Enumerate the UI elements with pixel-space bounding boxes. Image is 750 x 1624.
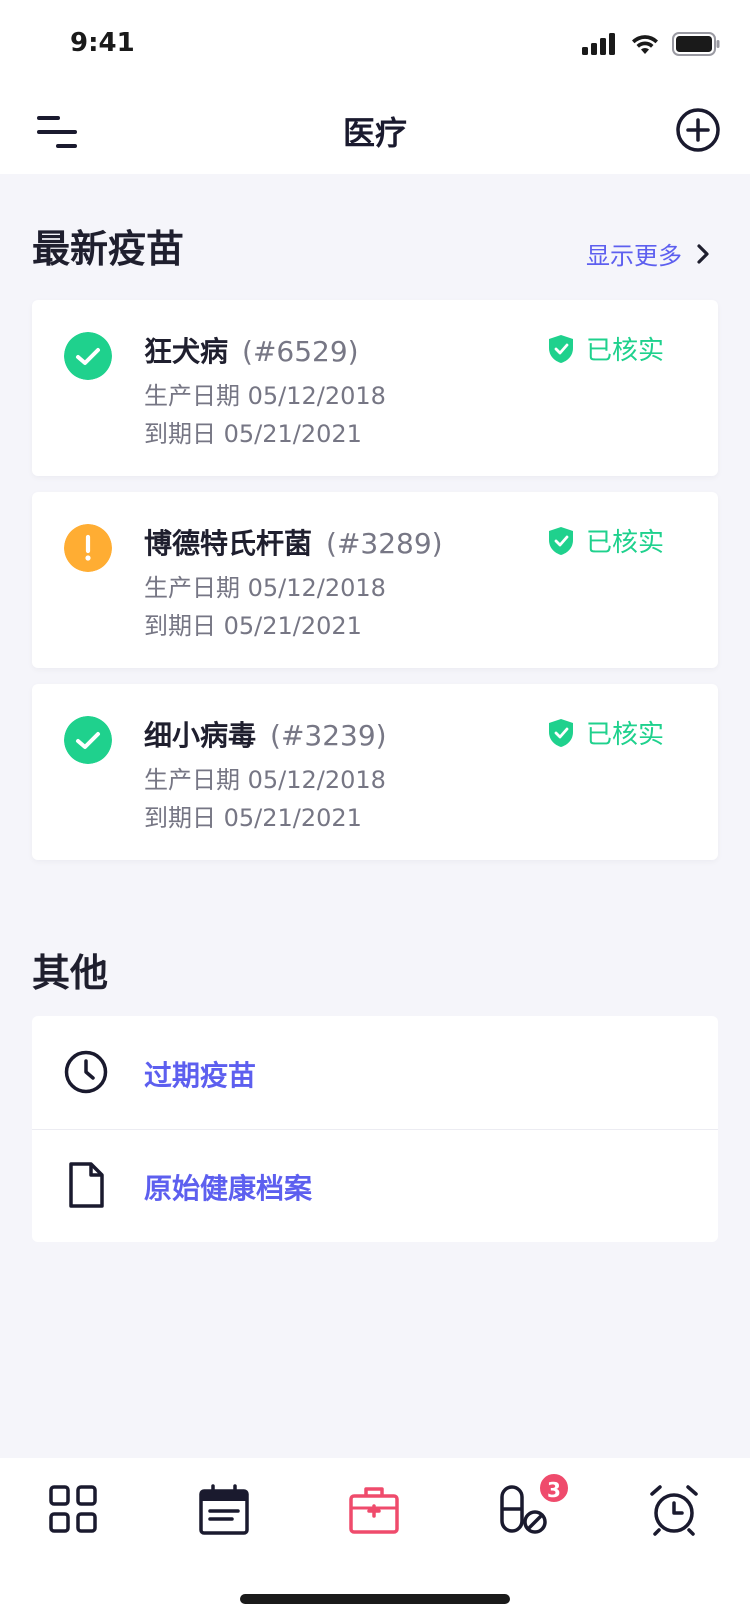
tab-medication[interactable]: 3 [486, 1472, 570, 1548]
verified-badge: 已核实 [548, 330, 664, 367]
vaccine-name-text: 博德特氏杆菌 [144, 527, 313, 560]
section-title-recent-vaccines: 最新疫苗 [32, 227, 185, 271]
notification-badge: 3 [538, 1472, 570, 1504]
vaccine-name: 狂犬病 (#6529) [144, 330, 359, 370]
list-item-expired-vaccines[interactable]: 过期疫苗 [32, 1016, 718, 1129]
verified-label: 已核实 [585, 528, 664, 558]
verified-label: 已核实 [585, 336, 664, 366]
clock-icon [64, 1050, 108, 1094]
vaccine-card[interactable]: 狂犬病 (#6529) 生产日期 05/12/2018 到期日 05/21/202… [32, 300, 718, 476]
vaccine-code: (#6529) [242, 335, 359, 368]
vaccine-name-text: 细小病毒 [144, 719, 257, 752]
vaccine-name-text: 狂犬病 [144, 335, 229, 368]
list-item-health-records[interactable]: 原始健康档案 [32, 1129, 718, 1242]
status-icons [582, 32, 720, 56]
verified-badge: 已核实 [548, 714, 664, 751]
show-more-label: 显示更多 [586, 242, 682, 270]
production-date: 生产日期 05/12/2018 [144, 574, 386, 602]
list-item-label: 原始健康档案 [144, 1172, 313, 1205]
alarm-clock-icon [650, 1485, 698, 1536]
medical-kit-icon [349, 1487, 399, 1534]
list-item-label: 过期疫苗 [144, 1059, 257, 1092]
tab-calendar[interactable] [186, 1478, 266, 1548]
page-title: 医疗 [342, 114, 407, 152]
section-title-other: 其他 [32, 951, 109, 995]
vaccine-card[interactable]: 细小病毒 (#3239) 生产日期 05/12/2018 到期日 05/21/20… [32, 684, 718, 860]
document-icon [69, 1162, 104, 1208]
tab-alarm[interactable] [636, 1478, 716, 1548]
expiry-date: 到期日 05/21/2021 [144, 420, 362, 448]
check-circle-icon [64, 716, 112, 764]
production-date: 生产日期 05/12/2018 [144, 382, 386, 410]
warning-circle-icon [64, 524, 112, 572]
status-time: 9:41 [70, 28, 135, 58]
status-bar: 9:41 [0, 0, 750, 88]
home-indicator [240, 1594, 510, 1604]
vaccine-name: 博德特氏杆菌 (#3289) [144, 522, 443, 562]
expiry-date: 到期日 05/21/2021 [144, 804, 362, 832]
expiry-date: 到期日 05/21/2021 [144, 612, 362, 640]
production-date: 生产日期 05/12/2018 [144, 766, 386, 794]
verified-label: 已核实 [585, 720, 664, 750]
battery-icon [672, 32, 720, 56]
calendar-icon [199, 1484, 249, 1535]
grid-icon [49, 1485, 97, 1533]
nav-bar: 医疗 [0, 88, 750, 174]
wifi-icon [632, 35, 658, 54]
verified-badge: 已核实 [548, 522, 664, 559]
signal-icon [582, 33, 615, 55]
vaccine-code: (#3289) [326, 527, 443, 560]
tab-dashboard[interactable] [36, 1478, 116, 1548]
shield-check-icon [548, 526, 573, 555]
tab-medical[interactable] [336, 1478, 416, 1548]
other-list: 过期疫苗 原始健康档案 [32, 1016, 718, 1242]
add-icon[interactable] [674, 106, 722, 154]
show-more-link[interactable]: 显示更多 [586, 236, 710, 271]
vaccine-code: (#3239) [270, 719, 387, 752]
shield-check-icon [548, 334, 573, 363]
chevron-right-icon [697, 243, 709, 264]
check-circle-icon [64, 332, 112, 380]
shield-check-icon [548, 718, 573, 747]
vaccine-card[interactable]: 博德特氏杆菌 (#3289) 生产日期 05/12/2018 到期日 05/21/… [32, 492, 718, 668]
vaccine-name: 细小病毒 (#3239) [144, 714, 387, 754]
